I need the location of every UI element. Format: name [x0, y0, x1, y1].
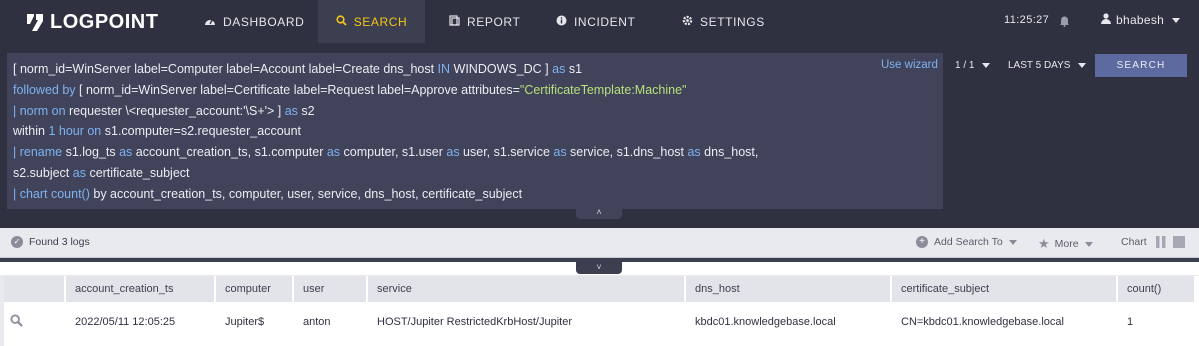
nav-report[interactable]: REPORT	[449, 0, 520, 43]
logpoint-logo-icon	[27, 14, 43, 31]
magnifier-icon	[10, 314, 23, 327]
row-search-icon[interactable]	[4, 302, 66, 342]
results-table: account_creation_ts computer user servic…	[4, 276, 1199, 346]
user-name: bhabesh	[1116, 13, 1165, 27]
query-text[interactable]: [ norm_id=WinServer label=Computer label…	[13, 59, 758, 205]
header-service[interactable]: service	[367, 276, 686, 302]
header-dns-host[interactable]: dns_host	[685, 276, 892, 302]
expand-results-button[interactable]: ˅	[576, 262, 622, 274]
table-header-row: account_creation_ts computer user servic…	[4, 276, 1196, 302]
table-view-icon[interactable]	[1172, 236, 1185, 248]
time-range-label: LAST 5 DAYS	[1008, 60, 1071, 71]
query-editor[interactable]: [ norm_id=WinServer label=Computer label…	[7, 53, 943, 209]
column-view-icon[interactable]	[1155, 236, 1167, 248]
more-label: More	[1054, 238, 1079, 250]
nav-incident[interactable]: INCIDENT	[556, 0, 635, 43]
logpoint-logo[interactable]: LOGPOINT	[24, 9, 158, 35]
chevron-down-icon	[1008, 239, 1017, 245]
page-indicator: 1 / 1	[955, 60, 975, 71]
chevron-down-icon	[982, 63, 991, 68]
cell-computer: Jupiter$	[215, 302, 294, 342]
found-status: ✓ Found 3 logs	[11, 236, 90, 248]
top-nav: LOGPOINT DASHBOARD SEARCH REPORT INCIDEN…	[0, 0, 1199, 43]
search-button[interactable]: SEARCH	[1095, 54, 1187, 77]
header-computer[interactable]: computer	[215, 276, 294, 302]
nav-settings-label: SETTINGS	[700, 14, 765, 29]
report-icon	[449, 14, 460, 29]
nav-report-label: REPORT	[467, 14, 521, 29]
bell-icon[interactable]	[1059, 14, 1070, 32]
speedometer-icon	[204, 15, 216, 29]
chevron-down-icon	[1078, 63, 1087, 68]
collapse-query-button[interactable]: ˄	[576, 207, 622, 219]
nav-incident-label: INCIDENT	[574, 14, 636, 29]
nav-dashboard[interactable]: DASHBOARD	[204, 0, 304, 43]
header-count[interactable]: count()	[1117, 276, 1196, 302]
cell-service: HOST/Jupiter RestrictedKrbHost/Jupiter	[367, 302, 686, 342]
use-wizard-link[interactable]: Use wizard	[881, 59, 938, 71]
header-user[interactable]: user	[293, 276, 368, 302]
chevron-down-icon	[1172, 17, 1181, 23]
cell-user: anton	[293, 302, 368, 342]
chevron-up-icon: ˄	[596, 207, 602, 217]
user-icon	[1101, 13, 1111, 27]
chevron-down-icon	[1084, 241, 1093, 247]
page-selector[interactable]: 1 / 1	[955, 60, 991, 71]
query-panel: [ norm_id=WinServer label=Computer label…	[0, 43, 1199, 228]
chart-toggle[interactable]: Chart	[1121, 236, 1185, 248]
info-icon	[556, 15, 567, 29]
header-detail	[4, 276, 66, 302]
clock-time: 11:25:27	[1004, 14, 1050, 26]
more-button[interactable]: ★ More	[1038, 236, 1093, 252]
nav-dashboard-label: DASHBOARD	[223, 14, 305, 29]
plus-circle-icon: +	[916, 236, 928, 248]
results-toolbar: ✓ Found 3 logs + Add Search To ★ More Ch…	[0, 228, 1199, 258]
header-certificate-subject[interactable]: certificate_subject	[891, 276, 1118, 302]
search-icon	[336, 14, 347, 29]
cell-account-creation-ts: 2022/05/11 12:05:25	[65, 302, 216, 342]
found-count: Found 3 logs	[29, 236, 90, 248]
check-circle-icon: ✓	[11, 236, 23, 248]
nav-search[interactable]: SEARCH	[318, 0, 425, 43]
results-divider: ˅	[0, 258, 1199, 275]
logo-text: LOGPOINT	[50, 10, 159, 33]
user-menu[interactable]: bhabesh	[1101, 13, 1181, 27]
add-search-label: Add Search To	[934, 236, 1003, 248]
header-account-creation-ts[interactable]: account_creation_ts	[65, 276, 216, 302]
star-icon: ★	[1038, 236, 1050, 251]
gear-icon	[682, 15, 693, 29]
add-search-to-button[interactable]: + Add Search To	[916, 236, 1017, 248]
cell-dns-host: kbdc01.knowledgebase.local	[685, 302, 892, 342]
chevron-down-icon: ˅	[596, 262, 602, 272]
nav-settings[interactable]: SETTINGS	[682, 0, 765, 43]
cell-certificate-subject: CN=kbdc01.knowledgebase.local	[891, 302, 1118, 342]
chart-label: Chart	[1121, 236, 1147, 248]
table-row: 2022/05/11 12:05:25 Jupiter$ anton HOST/…	[4, 302, 1196, 342]
time-range-selector[interactable]: LAST 5 DAYS	[1008, 60, 1087, 71]
cell-count: 1	[1117, 302, 1196, 342]
nav-search-label: SEARCH	[353, 14, 408, 29]
